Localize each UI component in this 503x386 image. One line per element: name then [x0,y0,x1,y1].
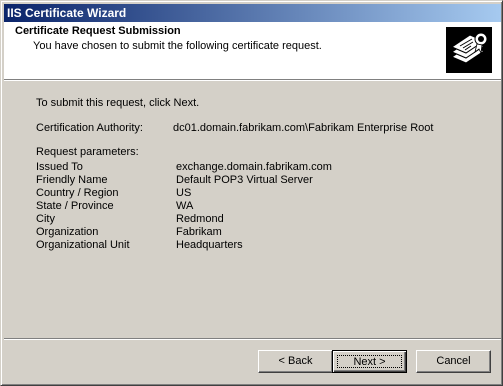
next-button[interactable]: Next > [332,350,407,373]
param-label: Organization [36,226,99,238]
page-title: Certificate Request Submission [15,25,181,37]
param-value: Headquarters [176,239,243,251]
back-button[interactable]: < Back [258,350,333,373]
page-subtitle: You have chosen to submit the following … [33,40,322,52]
header-divider [4,79,501,81]
param-label: City [36,213,55,225]
title-bar[interactable]: IIS Certificate Wizard [4,4,501,22]
param-value: Fabrikam [176,226,222,238]
instruction-text: To submit this request, click Next. [36,97,200,109]
next-button-label: Next > [337,355,402,368]
wizard-window: IIS Certificate Wizard Certificate Reque… [0,0,503,386]
param-value: Redmond [176,213,224,225]
ca-label: Certification Authority: [36,122,143,134]
param-label: Issued To [36,161,83,173]
param-label: Country / Region [36,187,119,199]
param-value: exchange.domain.fabrikam.com [176,161,332,173]
param-value: US [176,187,192,199]
param-value: WA [176,200,194,212]
footer-divider [4,338,501,340]
wizard-header: Certificate Request Submission You have … [4,22,501,79]
param-value: Default POP3 Virtual Server [176,174,313,186]
param-label: State / Province [36,200,114,212]
cancel-button[interactable]: Cancel [416,350,491,373]
param-label: Friendly Name [36,174,108,186]
ca-value: dc01.domain.fabrikam.com\Fabrikam Enterp… [173,122,434,134]
param-label: Organizational Unit [36,239,130,251]
params-heading: Request parameters: [36,146,139,158]
window-title: IIS Certificate Wizard [7,6,127,20]
certificate-wizard-icon [446,27,492,73]
